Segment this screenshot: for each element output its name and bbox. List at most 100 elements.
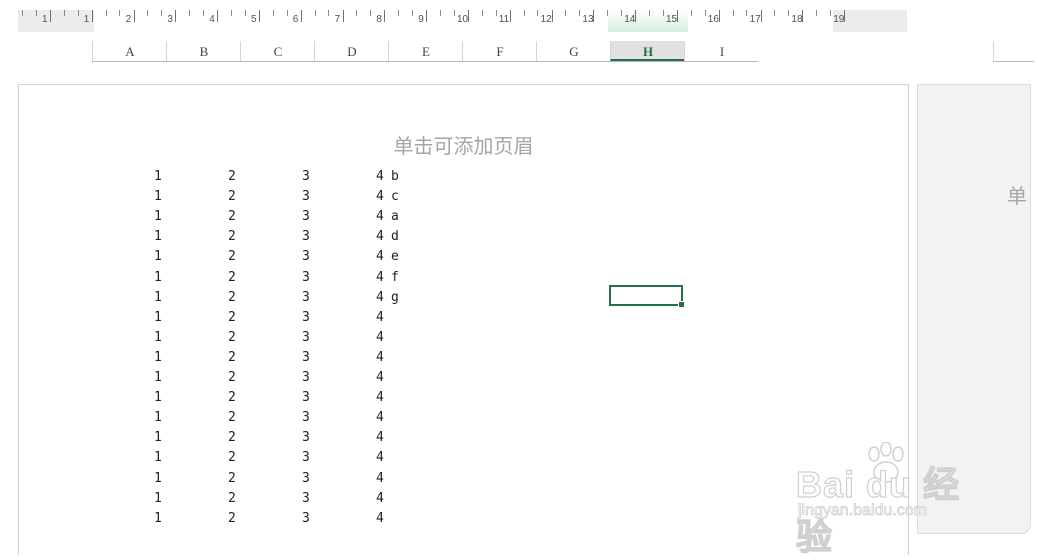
cell-d[interactable]: 4 <box>376 448 384 468</box>
cell-c[interactable]: 3 <box>302 469 310 489</box>
cell-d[interactable]: 4 <box>376 288 384 308</box>
cell-d[interactable]: 4 <box>376 388 384 408</box>
cell-c[interactable]: 3 <box>302 288 310 308</box>
cell-d[interactable]: 4 <box>376 428 384 448</box>
cell-b[interactable]: 2 <box>228 348 236 368</box>
cell-a[interactable]: 1 <box>154 428 162 448</box>
cell-d[interactable]: 4 <box>376 489 384 509</box>
column-header-i[interactable]: I <box>684 41 759 61</box>
cell-a[interactable]: 1 <box>154 308 162 328</box>
cell-a[interactable]: 1 <box>154 187 162 207</box>
column-header-a[interactable]: A <box>92 41 167 61</box>
cell-e[interactable]: a <box>391 207 399 227</box>
cell-b[interactable]: 2 <box>228 207 236 227</box>
active-cell-selection[interactable] <box>609 285 685 308</box>
cell-b[interactable]: 2 <box>228 308 236 328</box>
cell-c[interactable]: 3 <box>302 247 310 267</box>
cell-d[interactable]: 4 <box>376 509 384 529</box>
cell-c[interactable]: 3 <box>302 428 310 448</box>
cell-a[interactable]: 1 <box>154 469 162 489</box>
cell-b[interactable]: 2 <box>228 328 236 348</box>
cell-b[interactable]: 2 <box>228 428 236 448</box>
cell-e[interactable]: g <box>391 288 399 308</box>
cell-c[interactable]: 3 <box>302 268 310 288</box>
cell-c[interactable]: 3 <box>302 348 310 368</box>
cell-d[interactable]: 4 <box>376 308 384 328</box>
ruler-number: 13 <box>582 14 594 25</box>
column-header-e[interactable]: E <box>388 41 463 61</box>
next-page-header-placeholder[interactable]: 单 <box>1007 180 1027 209</box>
cell-e[interactable]: f <box>391 268 399 288</box>
baidu-watermark: Bai du 经验 jingyan.baidu.com <box>795 442 996 558</box>
cell-b[interactable]: 2 <box>228 388 236 408</box>
cell-a[interactable]: 1 <box>154 368 162 388</box>
cell-d[interactable]: 4 <box>376 348 384 368</box>
header-placeholder[interactable]: 单击可添加页眉 <box>19 130 908 159</box>
cell-a[interactable]: 1 <box>154 489 162 509</box>
page-layout-sheet[interactable]: 单击可添加页眉 1234b1234c1234a1234d1234e1234f12… <box>18 84 909 555</box>
fill-handle[interactable] <box>678 301 685 308</box>
cell-a[interactable]: 1 <box>154 328 162 348</box>
cell-c[interactable]: 3 <box>302 368 310 388</box>
cell-c[interactable]: 3 <box>302 388 310 408</box>
cell-d[interactable]: 4 <box>376 167 384 187</box>
cell-d[interactable]: 4 <box>376 207 384 227</box>
cell-c[interactable]: 3 <box>302 227 310 247</box>
cell-a[interactable]: 1 <box>154 207 162 227</box>
column-header-f[interactable]: F <box>462 41 537 61</box>
cell-d[interactable]: 4 <box>376 368 384 388</box>
cell-e[interactable]: b <box>391 167 399 187</box>
cell-d[interactable]: 4 <box>376 247 384 267</box>
cell-a[interactable]: 1 <box>154 509 162 529</box>
cell-a[interactable]: 1 <box>154 227 162 247</box>
ruler-minor-tick <box>370 10 372 16</box>
cell-d[interactable]: 4 <box>376 268 384 288</box>
cell-b[interactable]: 2 <box>228 469 236 489</box>
cell-c[interactable]: 3 <box>302 408 310 428</box>
cell-a[interactable]: 1 <box>154 388 162 408</box>
cell-d[interactable]: 4 <box>376 408 384 428</box>
cell-e[interactable]: c <box>391 187 399 207</box>
cell-e[interactable]: d <box>391 227 399 247</box>
cell-b[interactable]: 2 <box>228 167 236 187</box>
cell-c[interactable]: 3 <box>302 207 310 227</box>
cell-a[interactable]: 1 <box>154 167 162 187</box>
table-row: 1 2 3 4 <box>19 469 908 489</box>
cell-d[interactable]: 4 <box>376 187 384 207</box>
cell-b[interactable]: 2 <box>228 247 236 267</box>
cell-c[interactable]: 3 <box>302 308 310 328</box>
cell-b[interactable]: 2 <box>228 368 236 388</box>
ruler-minor-tick <box>21 10 23 16</box>
cell-b[interactable]: 2 <box>228 268 236 288</box>
cell-c[interactable]: 3 <box>302 328 310 348</box>
cell-d[interactable]: 4 <box>376 227 384 247</box>
cell-c[interactable]: 3 <box>302 167 310 187</box>
cell-a[interactable]: 1 <box>154 268 162 288</box>
cell-c[interactable]: 3 <box>302 448 310 468</box>
cell-d[interactable]: 4 <box>376 328 384 348</box>
cell-a[interactable]: 1 <box>154 348 162 368</box>
cell-b[interactable]: 2 <box>228 288 236 308</box>
ruler-number: 16 <box>707 14 719 25</box>
cell-b[interactable]: 2 <box>228 509 236 529</box>
column-header-b[interactable]: B <box>166 41 241 61</box>
cell-b[interactable]: 2 <box>228 408 236 428</box>
column-header-g[interactable]: G <box>536 41 611 61</box>
cell-e[interactable]: e <box>391 247 399 267</box>
cell-b[interactable]: 2 <box>228 448 236 468</box>
cell-b[interactable]: 2 <box>228 227 236 247</box>
cell-c[interactable]: 3 <box>302 489 310 509</box>
column-header-d[interactable]: D <box>314 41 389 61</box>
cell-c[interactable]: 3 <box>302 187 310 207</box>
column-header-c[interactable]: C <box>240 41 315 61</box>
cell-c[interactable]: 3 <box>302 509 310 529</box>
ruler-minor-tick <box>63 10 65 16</box>
cell-a[interactable]: 1 <box>154 247 162 267</box>
column-header-h[interactable]: H <box>610 41 685 61</box>
cell-b[interactable]: 2 <box>228 187 236 207</box>
cell-a[interactable]: 1 <box>154 408 162 428</box>
cell-a[interactable]: 1 <box>154 288 162 308</box>
cell-d[interactable]: 4 <box>376 469 384 489</box>
cell-b[interactable]: 2 <box>228 489 236 509</box>
cell-a[interactable]: 1 <box>154 448 162 468</box>
